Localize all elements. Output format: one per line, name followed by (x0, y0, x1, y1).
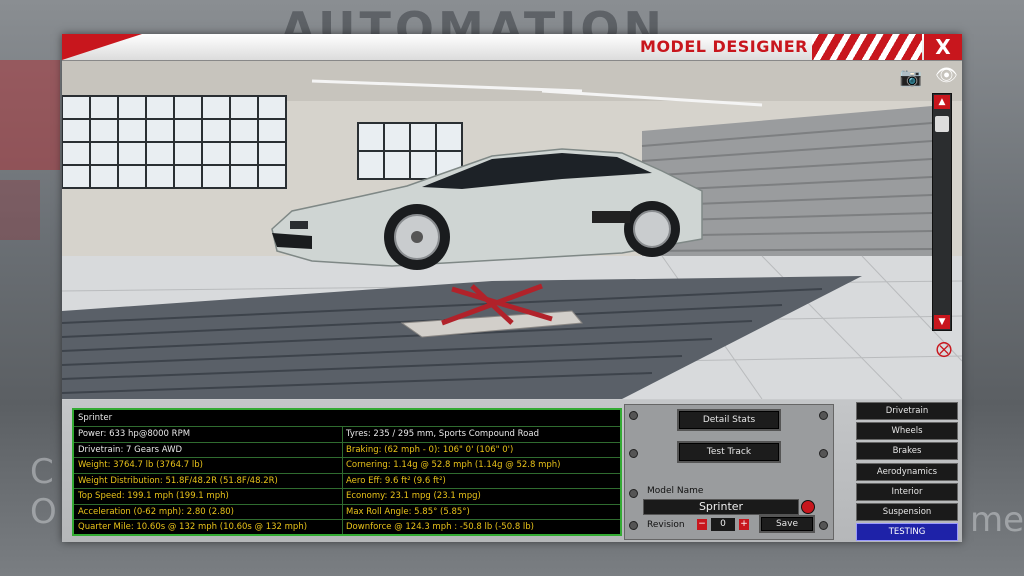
stat-cornering: Cornering: 1.14g @ 52.8 mph (1.14g @ 52.… (346, 460, 561, 470)
stat-drivetrain: Drivetrain: 7 Gears AWD (78, 444, 183, 455)
stats-row: Acceleration (0-62 mph): 2.80 (2.80) Max… (74, 503, 620, 521)
background-text-left: C O (30, 452, 57, 532)
detail-stats-button[interactable]: Detail Stats (677, 409, 781, 431)
stat-acceleration: Acceleration (0-62 mph): 2.80 (2.80) (78, 506, 234, 517)
rivet-icon (629, 449, 638, 458)
background-decoration (0, 180, 40, 240)
title-stripes (812, 34, 922, 60)
stats-row: Power: 633 hp@8000 RPM Tyres: 235 / 295 … (74, 426, 620, 443)
stats-row: Top Speed: 199.1 mph (199.1 mph) Economy… (74, 488, 620, 505)
revision-increment-button[interactable]: + (739, 519, 749, 530)
scroll-down-button[interactable]: ▼ (934, 315, 950, 329)
scroll-up-button[interactable]: ▲ (934, 95, 950, 109)
camera-icon[interactable]: 📷 (900, 67, 922, 88)
tab-testing[interactable]: TESTING (856, 523, 958, 541)
revision-decrement-button[interactable]: − (697, 519, 707, 530)
stats-row: Drivetrain: 7 Gears AWD Braking: (62 mph… (74, 441, 620, 459)
stats-row: Weight Distribution: 51.8F/48.2R (51.8F/… (74, 472, 620, 490)
tab-interior[interactable]: Interior (856, 483, 958, 501)
revision-label: Revision (647, 520, 685, 530)
model-designer-window: MODEL DESIGNER X 📷 👁 ▲ ▼ ⨂ Sprinter Powe… (62, 34, 962, 542)
stat-max-roll-angle: Max Roll Angle: 5.85° (5.85°) (346, 506, 470, 517)
bottom-panel: Sprinter Power: 633 hp@8000 RPM Tyres: 2… (62, 400, 962, 542)
test-track-button[interactable]: Test Track (677, 441, 781, 463)
stats-row: Weight: 3764.7 lb (3764.7 lb) Cornering:… (74, 457, 620, 474)
actions-panel: Detail Stats Test Track Model Name Sprin… (624, 404, 834, 540)
rivet-icon (819, 449, 828, 458)
eye-icon[interactable]: 👁 (935, 65, 958, 86)
hide-overlay-icon[interactable]: ⨂ (936, 339, 952, 358)
background-decoration (0, 60, 60, 170)
stat-braking: Braking: (62 mph - 0): 106" 0' (106" 0') (346, 444, 514, 455)
stat-downforce: Downforce @ 124.3 mph : -50.8 lb (-50.8 … (346, 522, 534, 532)
stat-economy: Economy: 23.1 mpg (23.1 mpg) (346, 491, 481, 501)
stat-weight-distribution: Weight Distribution: 51.8F/48.2R (51.8F/… (78, 475, 278, 486)
stats-row: Quarter Mile: 10.60s @ 132 mph (10.60s @… (74, 519, 620, 536)
stat-tyres: Tyres: 235 / 295 mm, Sports Compound Roa… (346, 429, 539, 439)
rename-icon[interactable] (801, 500, 815, 514)
car-3d-viewport[interactable]: 📷 👁 ▲ ▼ ⨂ (62, 61, 962, 399)
rivet-icon (819, 411, 828, 420)
stat-power: Power: 633 hp@8000 RPM (78, 429, 191, 439)
car-stats-panel: Sprinter Power: 633 hp@8000 RPM Tyres: 2… (72, 408, 622, 536)
background-text-right: me (970, 500, 1024, 540)
save-button[interactable]: Save (759, 515, 815, 533)
tab-drivetrain[interactable]: Drivetrain (856, 402, 958, 420)
tab-aerodynamics[interactable]: Aerodynamics (856, 463, 958, 481)
model-name-field[interactable]: Sprinter (643, 499, 799, 515)
rivet-icon (629, 521, 638, 530)
tab-wheels[interactable]: Wheels (856, 422, 958, 440)
tab-suspension[interactable]: Suspension (856, 503, 958, 521)
stat-top-speed: Top Speed: 199.1 mph (199.1 mph) (78, 491, 229, 501)
rivet-icon (819, 521, 828, 530)
stat-weight: Weight: 3764.7 lb (3764.7 lb) (78, 460, 203, 470)
stats-car-name: Sprinter (78, 413, 113, 423)
stat-quarter-mile: Quarter Mile: 10.60s @ 132 mph (10.60s @… (78, 522, 308, 532)
tab-brakes[interactable]: Brakes (856, 442, 958, 460)
title-bar: MODEL DESIGNER X (62, 34, 962, 61)
scroll-thumb[interactable] (935, 116, 949, 132)
rivet-icon (629, 411, 638, 420)
zoom-scrollbar[interactable]: ▲ ▼ (932, 93, 952, 331)
close-button[interactable]: X (924, 34, 962, 60)
model-name-label: Model Name (647, 486, 704, 496)
stat-aero-eff: Aero Eff: 9.6 ft² (9.6 ft²) (346, 475, 446, 486)
title-bar-accent (62, 34, 142, 60)
rivet-icon (629, 489, 638, 498)
garage-scene (62, 61, 962, 399)
revision-value: 0 (711, 518, 735, 531)
window-title: MODEL DESIGNER (640, 37, 808, 56)
